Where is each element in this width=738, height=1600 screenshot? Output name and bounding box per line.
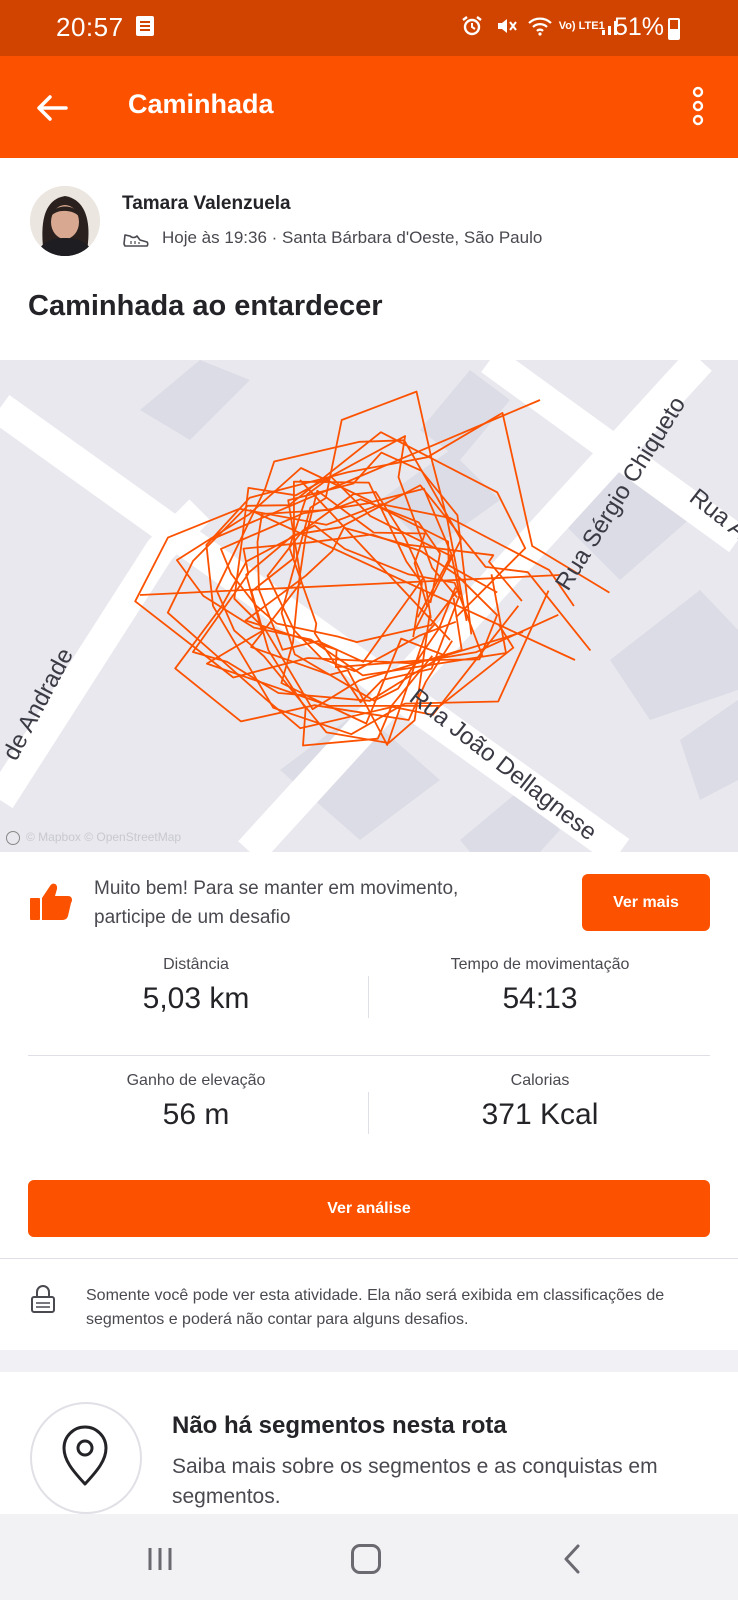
section-separator (0, 1350, 738, 1372)
divider (0, 1258, 738, 1259)
stat-label: Ganho de elevação (126, 1072, 266, 1089)
map-attribution-text: © Mapbox © OpenStreetMap (26, 830, 182, 844)
app-bar: Caminhada (0, 56, 738, 158)
divider (28, 1055, 710, 1056)
activity-title: Caminhada ao entardecer (28, 290, 383, 322)
status-time: 20:57 (56, 12, 124, 42)
notification-icon (136, 16, 154, 36)
segments-illustration (30, 1402, 142, 1514)
stat-value: 54:13 (502, 982, 578, 1015)
chevron-left-icon[interactable] (562, 1544, 582, 1574)
activity-map[interactable]: Rua Sérgio Chiqueto Rua João Dellagnese … (0, 360, 738, 852)
thumbs-up-icon (30, 883, 72, 920)
alarm-icon (462, 16, 482, 36)
shoe-icon (123, 234, 149, 247)
stat-value: 56 m (162, 1098, 230, 1131)
stat-label: Calorias (510, 1072, 570, 1089)
stat-calories: Calorias 371 Kcal (370, 1072, 710, 1132)
stat-moving-time: Tempo de movimentação 54:13 (370, 956, 710, 1016)
mute-icon (497, 19, 517, 33)
segments-text[interactable]: Saiba mais sobre os segmentos e as conqu… (172, 1452, 712, 1512)
battery-icon (668, 18, 680, 40)
stat-label: Distância (163, 956, 229, 973)
see-more-button[interactable]: Ver mais (582, 874, 710, 931)
stat-distance: Distância 5,03 km (26, 956, 366, 1016)
network-label: Vo) LTE1 (558, 19, 605, 32)
recent-apps-icon[interactable] (146, 1546, 174, 1572)
stat-elevation: Ganho de elevação 56 m (26, 1072, 366, 1132)
arrow-left-icon[interactable] (30, 86, 74, 130)
privacy-notice: Somente você pode ver esta atividade. El… (86, 1287, 665, 1328)
page-title: Caminhada (128, 89, 274, 119)
activity-meta: Hoje às 19:36 · Santa Bárbara d'Oeste, S… (162, 228, 543, 247)
status-indicators: Vo) LTE1 (460, 14, 622, 38)
avatar[interactable] (30, 186, 100, 256)
stat-value: 5,03 km (142, 982, 250, 1015)
segments-title: Não há segmentos nesta rota (172, 1412, 507, 1439)
stat-label: Tempo de movimentação (450, 956, 630, 973)
nudge-text: Muito bem! Para se manter em movimento, … (94, 878, 459, 928)
home-icon[interactable] (351, 1544, 381, 1574)
divider (368, 976, 369, 1018)
lock-icon (31, 1285, 55, 1313)
view-analysis-button[interactable]: Ver análise (28, 1180, 710, 1237)
info-icon (6, 830, 20, 845)
battery-percent: 51% (614, 13, 665, 41)
divider (368, 1092, 369, 1134)
athlete-name[interactable]: Tamara Valenzuela (122, 193, 291, 215)
status-bar: 20:57 Vo) LTE1 51% (0, 0, 738, 56)
map-pin-icon (62, 1425, 108, 1486)
stat-value: 371 Kcal (481, 1098, 599, 1131)
map-attribution[interactable]: © Mapbox © OpenStreetMap (6, 830, 181, 845)
wifi-icon (528, 17, 552, 36)
more-vertical-icon[interactable] (686, 84, 710, 128)
